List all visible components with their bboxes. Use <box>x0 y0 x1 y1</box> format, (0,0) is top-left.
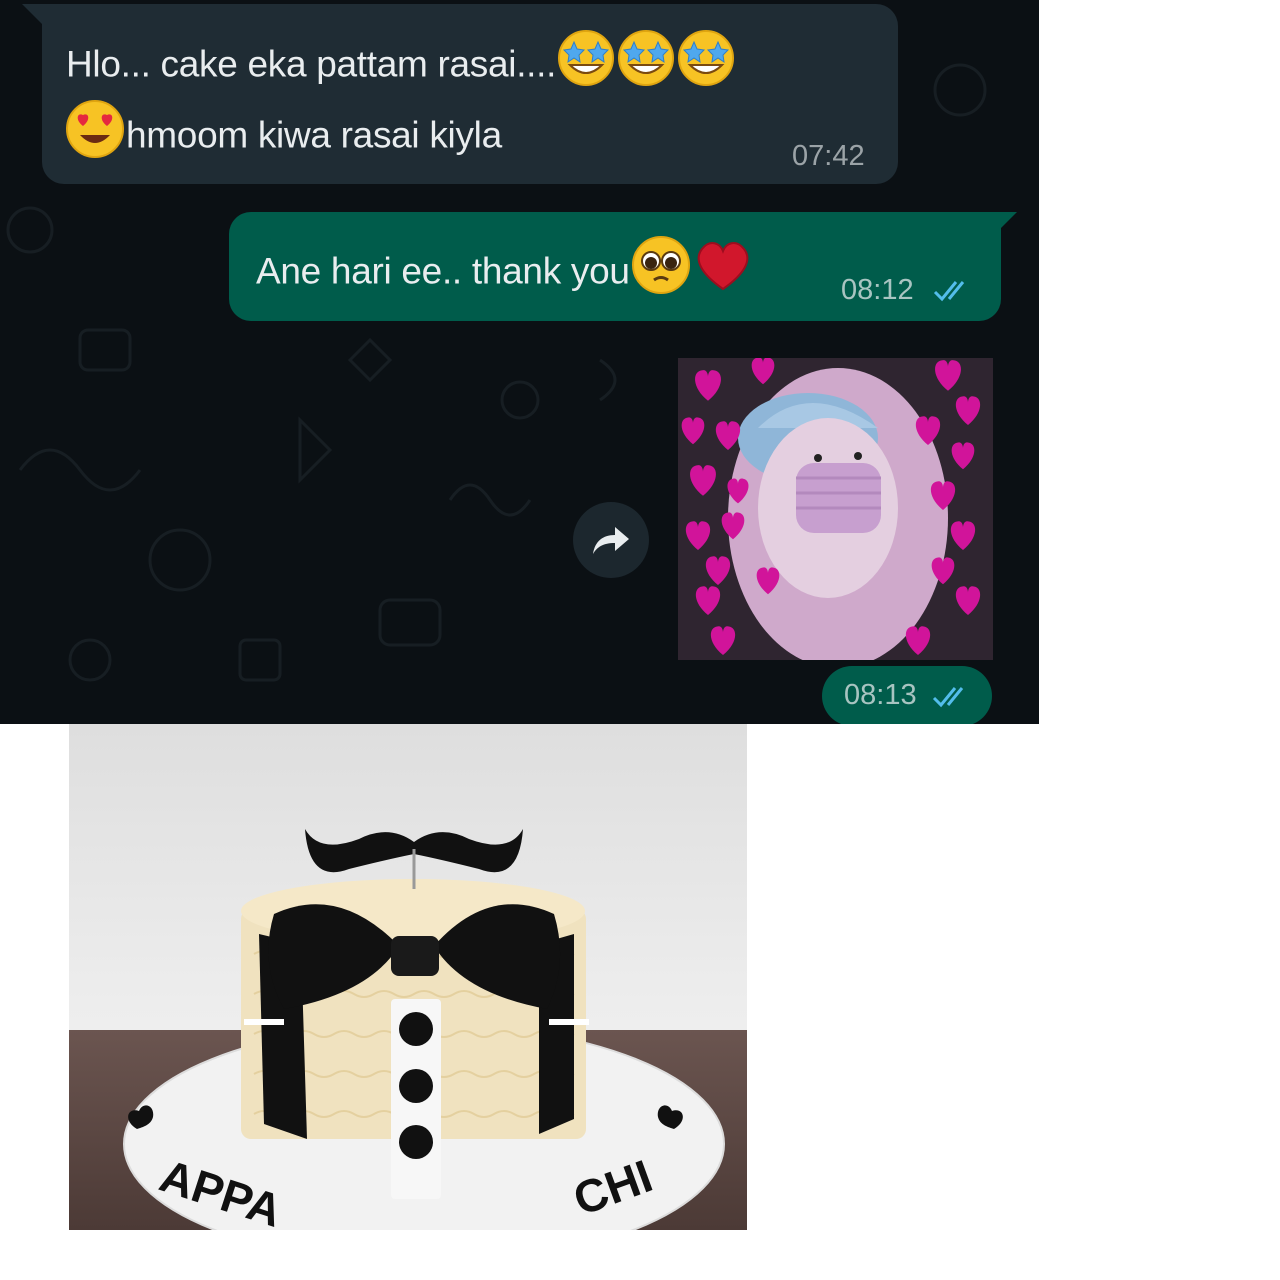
outgoing-message-text: Ane hari ee.. thank you <box>256 250 630 292</box>
red-heart-emoji-icon <box>692 235 754 304</box>
incoming-message-text-2: hmoom kiwa rasai kiyla <box>126 114 502 156</box>
cake-illustration: APPA CHI <box>123 829 725 1230</box>
incoming-message-bubble[interactable]: Hlo... cake eka pattam rasai.... hmoom k… <box>22 4 898 184</box>
media-message-timestamp: 08:13 <box>822 666 992 724</box>
chat-panel: Hlo... cake eka pattam rasai.... hmoom k… <box>0 0 1039 724</box>
outgoing-bubble-tail <box>999 212 1017 230</box>
outgoing-message-bubble[interactable]: Ane hari ee.. thank you 08:12 <box>229 212 1017 321</box>
star-struck-emoji-icon <box>676 28 736 97</box>
forward-button[interactable] <box>573 502 649 578</box>
heart-eyes-emoji-icon <box>64 98 126 169</box>
star-struck-emoji-icon <box>556 28 616 97</box>
media-message-time: 08:13 <box>844 679 917 711</box>
incoming-message-line-1: Hlo... cake eka pattam rasai.... <box>66 30 736 97</box>
outgoing-message-time: 08:12 <box>841 274 914 306</box>
incoming-message-text-1: Hlo... cake eka pattam rasai.... <box>66 43 557 85</box>
sticker-artwork <box>678 358 993 660</box>
cake-photo: APPA CHI <box>69 724 747 1230</box>
outgoing-message-line: Ane hari ee.. thank you <box>256 236 754 305</box>
star-struck-emoji-icon <box>616 28 676 97</box>
incoming-message-line-2: hmoom kiwa rasai kiyla <box>64 100 502 169</box>
forward-arrow-icon <box>593 527 629 554</box>
bow-tie-knot <box>391 936 439 976</box>
incoming-bubble-tail <box>22 4 42 24</box>
pleading-face-emoji-icon <box>630 234 692 305</box>
read-double-check-icon <box>932 687 964 708</box>
read-double-check-icon <box>933 281 965 302</box>
incoming-message-time: 07:42 <box>792 140 865 172</box>
cat-with-hearts-sticker[interactable] <box>678 358 993 660</box>
